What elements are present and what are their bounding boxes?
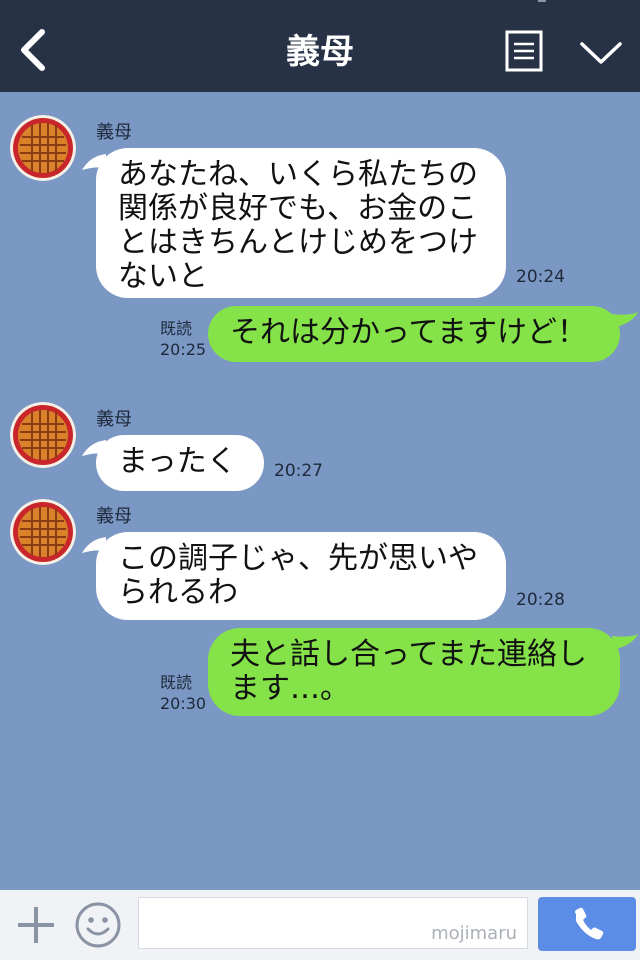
message-text: それは分かってますけど！ (230, 315, 587, 350)
chat-title: 義母 (286, 32, 354, 72)
message-bubble[interactable]: それは分かってますけど！ (208, 306, 620, 362)
message-text-line: られるわ (118, 575, 238, 610)
message-bubble[interactable]: まったく (96, 435, 264, 491)
sender-name: 義母 (96, 122, 132, 143)
message-time: 20:25 (160, 340, 207, 359)
message-time: 20:24 (516, 267, 565, 287)
message-time: 20:27 (274, 461, 323, 481)
bubble-tail (612, 312, 638, 328)
message-text-line: ないと (118, 259, 208, 294)
menu-icon[interactable] (504, 30, 544, 72)
pie-avatar-icon (10, 115, 76, 181)
avatar[interactable] (10, 402, 76, 468)
message-text-line: とはきちんとけじめをつけ (118, 225, 478, 260)
status-indicator (538, 0, 546, 2)
message-input[interactable]: mojimaru (138, 897, 528, 949)
call-button[interactable] (538, 897, 636, 951)
message-text: まったく (118, 444, 237, 479)
avatar[interactable] (10, 115, 76, 181)
watermark-text: mojimaru (431, 923, 517, 944)
chevron-down-icon[interactable] (578, 36, 624, 70)
read-receipt: 既読 20:30 (160, 672, 206, 714)
message-time: 20:30 (160, 694, 207, 713)
chat-area[interactable]: 義母 あなたね、いくら私たちの 関係が良好でも、お金のこ とはきちんとけじめをつ… (0, 92, 640, 890)
chat-header: 義母 (0, 0, 640, 92)
sender-name: 義母 (96, 506, 132, 527)
message-bubble[interactable]: この調子じゃ、先が思いや られるわ (96, 532, 506, 620)
message-text-line: この調子じゃ、先が思いや (118, 541, 478, 576)
message-text-line: あなたね、いくら私たちの (118, 157, 478, 192)
bubble-tail (612, 634, 638, 650)
message-time: 20:28 (516, 590, 565, 610)
avatar[interactable] (10, 499, 76, 565)
pie-avatar-icon (10, 499, 76, 565)
pie-avatar-icon (10, 402, 76, 468)
message-text-line: 関係が良好でも、お金のこ (118, 191, 478, 226)
read-label: 既読 (160, 673, 193, 692)
message-bubble[interactable]: 夫と話し合ってまた連絡し ます…。 (208, 628, 620, 716)
message-text-line: 夫と話し合ってまた連絡し (230, 637, 587, 672)
plus-icon[interactable] (14, 903, 58, 947)
read-receipt: 既読 20:25 (160, 318, 206, 360)
sender-name: 義母 (96, 409, 132, 430)
message-bubble[interactable]: あなたね、いくら私たちの 関係が良好でも、お金のこ とはきちんとけじめをつけ な… (96, 148, 506, 298)
message-text-line: ます…。 (230, 671, 350, 706)
read-label: 既読 (160, 319, 193, 338)
smiley-icon[interactable] (74, 901, 122, 949)
phone-icon (575, 907, 604, 940)
